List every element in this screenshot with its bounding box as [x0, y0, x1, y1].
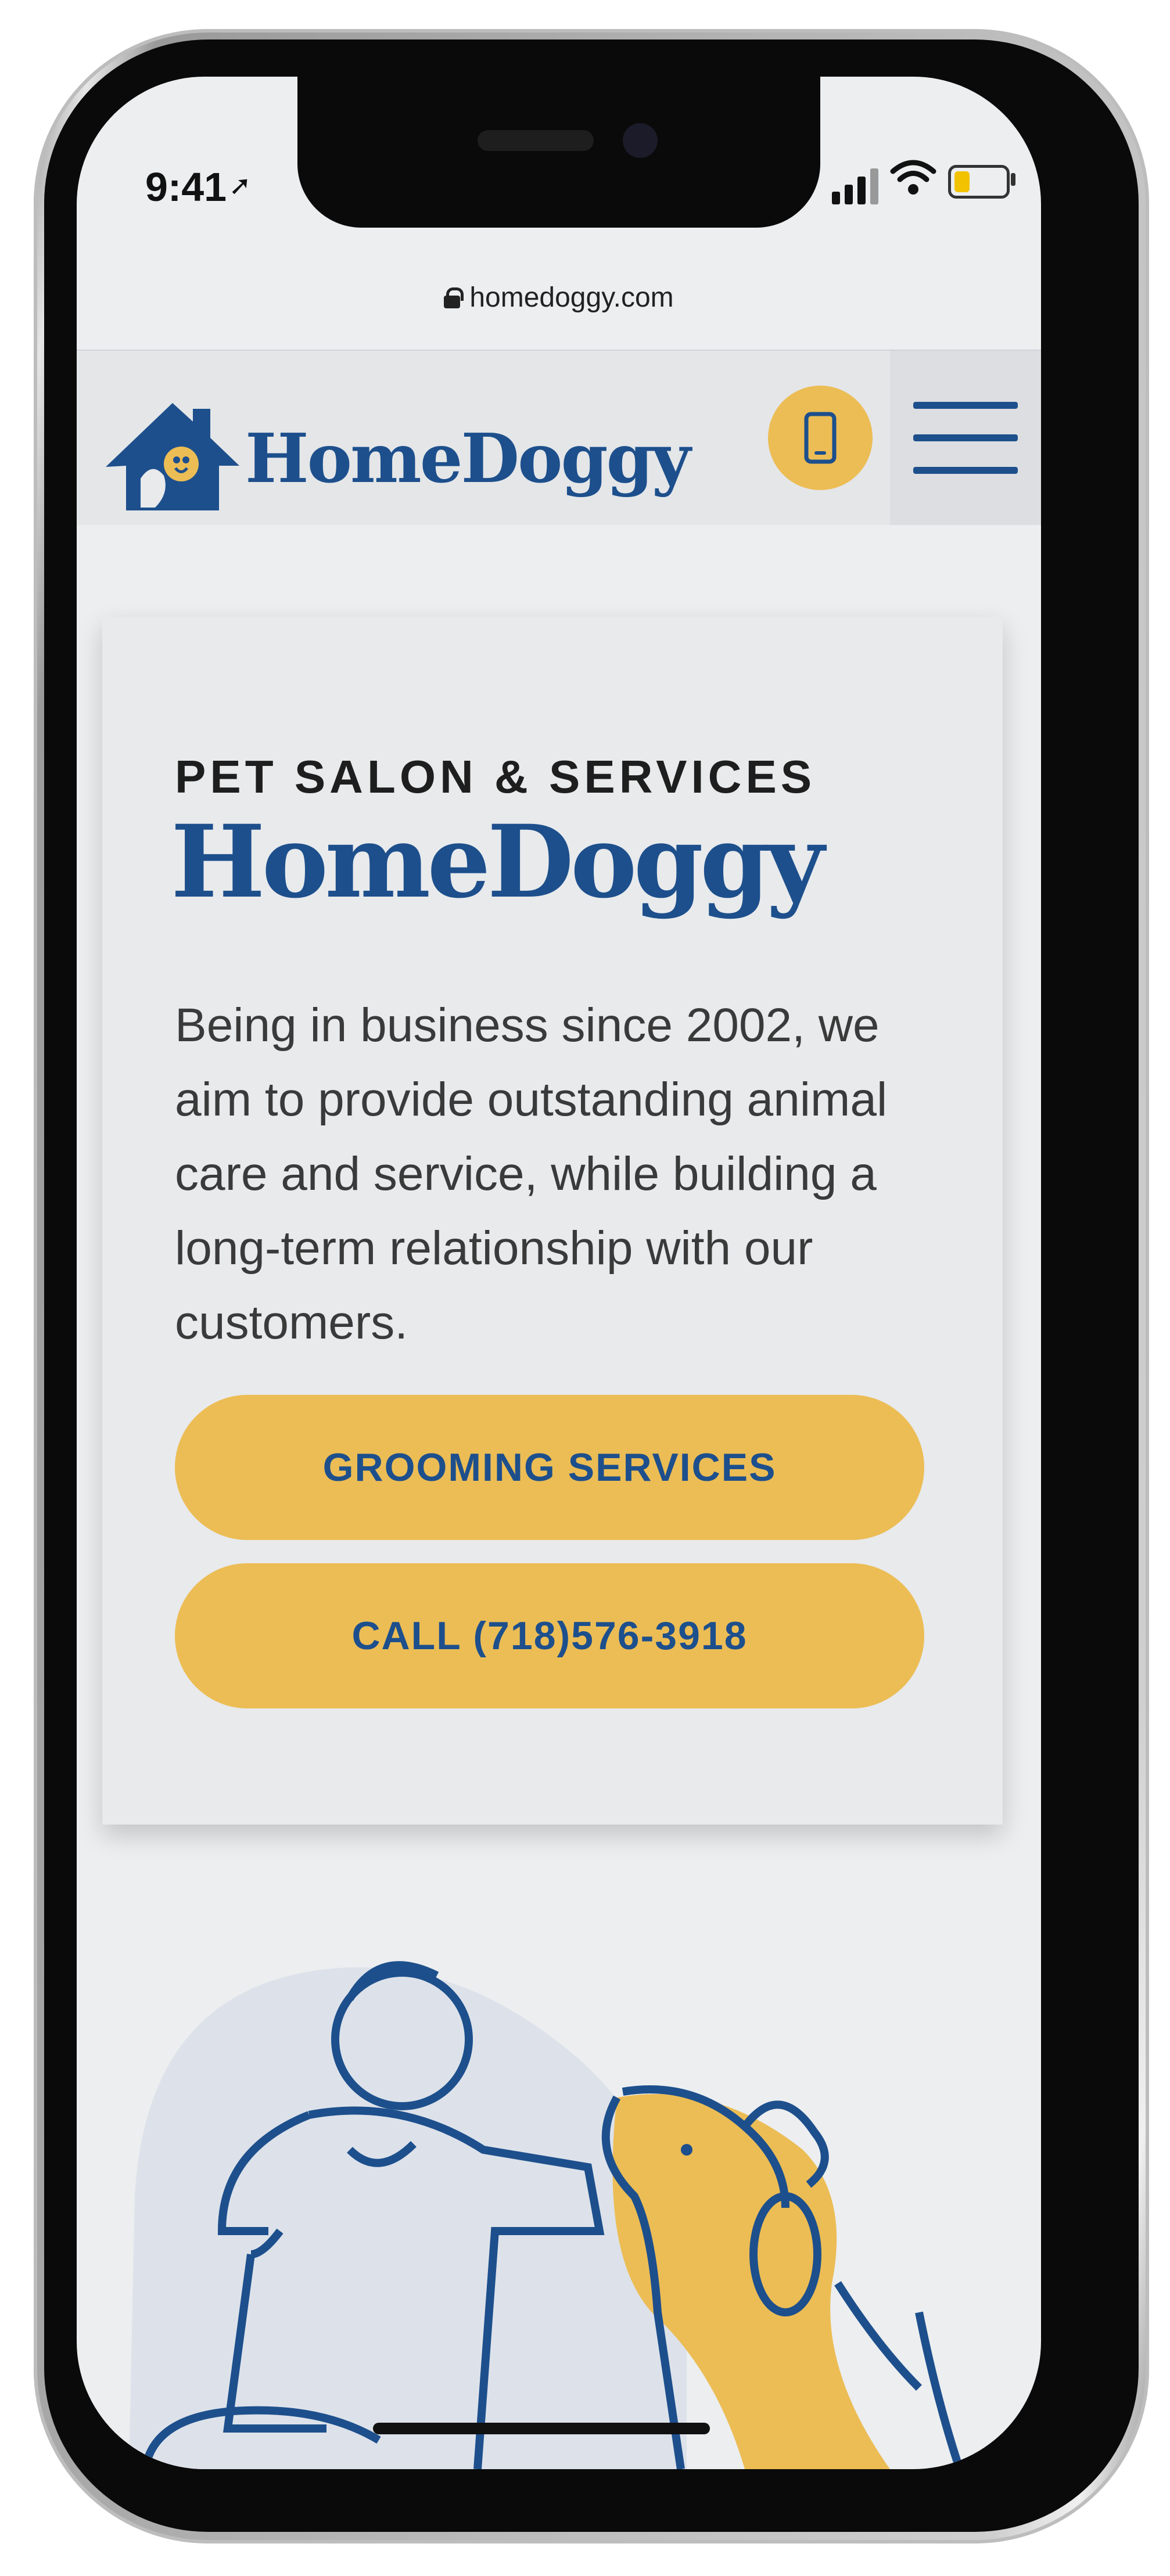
house-dog-logo-icon[interactable] [100, 391, 245, 519]
grooming-services-button[interactable]: GROOMING SERVICES [175, 1395, 924, 1540]
notch [297, 77, 820, 228]
battery-icon [948, 165, 1010, 199]
hero-title: HomeDoggy [171, 803, 824, 920]
cellular-signal-icon [832, 164, 878, 204]
url-text: homedoggy.com [469, 282, 674, 313]
site-logo-text[interactable]: HomeDoggy [245, 419, 691, 498]
hero-card: PET SALON & SERVICES HomeDoggy Being in … [102, 617, 1003, 1825]
lock-icon [444, 287, 464, 308]
front-camera [623, 123, 658, 158]
hero-description: Being in business since 2002, we aim to … [175, 999, 888, 1349]
speaker [478, 130, 594, 151]
home-indicator [373, 2423, 710, 2434]
hamburger-menu-icon[interactable] [913, 402, 1018, 474]
phone-icon [804, 412, 837, 464]
call-phone-button[interactable] [768, 386, 873, 490]
phone-screen: 9:41 ➚ homedoggy.com HomeDoggy PET SALON… [77, 77, 1041, 2469]
person-petting-dog-illustration [129, 1961, 964, 2469]
site-header: HomeDoggy [77, 350, 1041, 525]
wifi-icon [890, 160, 936, 195]
address-bar[interactable]: homedoggy.com [77, 274, 1041, 321]
battery-tip [1011, 173, 1015, 186]
call-phone-number-button[interactable]: CALL (718)576-3918 [175, 1563, 924, 1708]
location-arrow-icon: ➚ [229, 170, 252, 200]
hero-eyebrow: PET SALON & SERVICES [175, 751, 816, 803]
status-time: 9:41 [145, 164, 227, 210]
